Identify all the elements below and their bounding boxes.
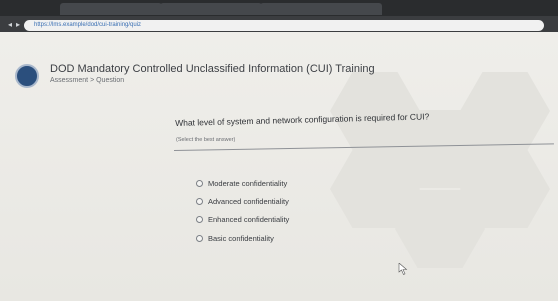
answer-label: Advanced confidentiality — [208, 196, 289, 206]
question-hint: (Select the best answer) — [176, 137, 236, 143]
radio-button[interactable] — [196, 197, 203, 205]
answer-label: Moderate confidentiality — [208, 178, 288, 188]
radio-button[interactable] — [196, 179, 203, 187]
answer-option-moderate[interactable]: Moderate confidentiality — [196, 177, 287, 189]
browser-tab[interactable] — [160, 3, 262, 15]
answer-label: Basic confidentiality — [208, 233, 274, 243]
radio-button[interactable] — [196, 215, 203, 223]
breadcrumb: Assessment > Question — [50, 77, 125, 84]
mouse-cursor-icon — [398, 263, 408, 275]
course-title: DOD Mandatory Controlled Unclassified In… — [50, 63, 375, 75]
address-bar[interactable]: https://lms.example/dod/cui-training/qui… — [24, 20, 544, 31]
back-icon[interactable]: ◂ — [8, 19, 12, 31]
forward-icon[interactable]: ▸ — [16, 19, 20, 31]
browser-tab[interactable] — [260, 3, 382, 15]
answer-label: Enhanced confidentiality — [208, 214, 290, 224]
answer-option-advanced[interactable]: Advanced confidentiality — [196, 195, 289, 207]
answer-option-basic[interactable]: Basic confidentiality — [196, 232, 274, 244]
dod-seal-logo — [15, 64, 39, 88]
radio-button[interactable] — [196, 234, 203, 242]
answer-option-enhanced[interactable]: Enhanced confidentiality — [196, 213, 289, 225]
browser-tab[interactable] — [60, 3, 162, 15]
tab-strip — [0, 0, 558, 16]
browser-chrome: ◂ ▸ https://lms.example/dod/cui-training… — [0, 0, 558, 32]
